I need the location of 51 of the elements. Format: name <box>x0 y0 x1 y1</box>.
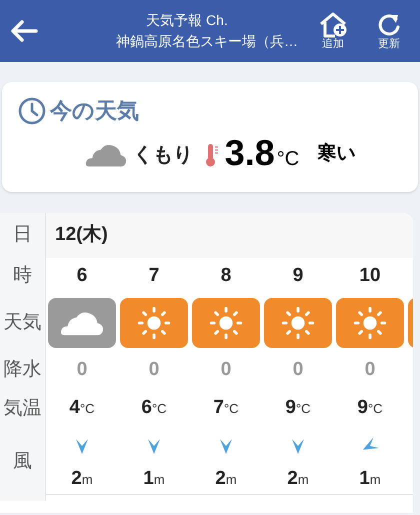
wind-speed-value: 1 <box>359 466 370 491</box>
hour-label: 10 <box>359 264 381 288</box>
temperature-unit: °C <box>368 400 383 418</box>
clock-icon <box>18 96 46 124</box>
temperature-value: 6 <box>141 396 152 420</box>
row-label: 風 <box>13 450 32 474</box>
row-label: 降水 <box>4 358 42 382</box>
wind-speed-unit: m <box>154 470 165 489</box>
condition-text: くもり <box>132 142 193 168</box>
refresh-icon <box>376 12 402 38</box>
temperature-unit: °C <box>276 147 300 172</box>
header-title: 天気予報 Ch. <box>145 12 228 29</box>
hour-label: 9 <box>292 264 304 288</box>
row-label: 気温 <box>4 396 42 421</box>
temperature-value: 9 <box>357 396 368 420</box>
date-label: 12(木) <box>55 223 108 248</box>
temperature-unit: °C <box>80 401 95 418</box>
temperature-value: 4 <box>69 396 80 420</box>
precipitation-value: 0 <box>364 358 376 382</box>
wind-speed-value: 2 <box>215 466 226 491</box>
home-plus-icon <box>318 12 348 38</box>
wind-speed-unit: m <box>298 470 309 489</box>
refresh-button[interactable]: 更新 <box>364 12 414 50</box>
row-label: 時 <box>13 264 32 288</box>
hour-label: 7 <box>148 264 160 288</box>
temperature-value: 7 <box>213 396 224 420</box>
temperature-unit: °C <box>296 400 311 418</box>
temperature-value: 9 <box>285 396 296 420</box>
add-button[interactable]: 追加 <box>308 12 358 50</box>
wind-speed-value: 2 <box>287 466 298 491</box>
row-label: 天気 <box>4 310 42 335</box>
temperature-value: 3.8 <box>224 135 275 171</box>
hour-label: 8 <box>220 264 232 288</box>
wind-speed-unit: m <box>370 470 381 489</box>
precipitation-value: 0 <box>292 358 304 382</box>
temperature-unit: °C <box>152 400 167 418</box>
wind-speed-unit: m <box>82 470 93 489</box>
precipitation-value: 0 <box>148 358 160 382</box>
feel-text: 寒い <box>317 142 356 166</box>
back-arrow-icon <box>9 19 39 43</box>
thermometer-icon <box>204 142 219 168</box>
temperature-unit: °C <box>224 400 239 418</box>
hour-label: 6 <box>76 264 88 288</box>
location-name: 神鍋高原名色スキー場（兵… <box>116 33 298 50</box>
section-title: 今の天気 <box>50 97 139 125</box>
row-label: 日 <box>13 223 32 248</box>
wind-speed-unit: m <box>226 470 237 489</box>
wind-speed-value: 2 <box>71 466 82 491</box>
precipitation-value: 0 <box>220 358 232 382</box>
wind-speed-value: 1 <box>143 466 154 491</box>
precipitation-value: 0 <box>76 358 88 382</box>
